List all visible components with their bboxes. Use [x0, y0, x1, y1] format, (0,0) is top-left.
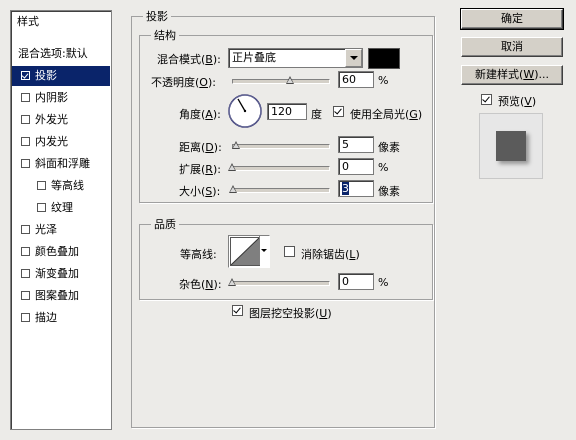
style-list-checkbox[interactable] [21, 247, 30, 256]
blend-mode-dropdown-arrow[interactable] [345, 49, 362, 67]
shadow-color-swatch[interactable] [368, 48, 400, 69]
style-preview-thumbnail [479, 113, 543, 179]
quality-title: 品质 [151, 216, 179, 232]
style-list-checkbox[interactable] [21, 291, 30, 300]
angle-unit: 度 [311, 108, 322, 121]
knockout-checkbox[interactable] [232, 305, 243, 316]
anti-alias-label: 消除锯齿(L) [301, 248, 360, 261]
angle-dial[interactable] [227, 93, 263, 129]
distance-unit: 像素 [378, 141, 400, 154]
style-list-item[interactable]: 纹理 [12, 198, 110, 218]
style-list-item[interactable]: 内阴影 [12, 88, 110, 108]
style-list-checkbox[interactable] [21, 225, 30, 234]
cancel-button[interactable]: 取消 [461, 37, 563, 57]
spread-slider-thumb[interactable] [228, 163, 236, 171]
style-list-checkbox[interactable] [21, 93, 30, 102]
size-slider-track[interactable] [232, 188, 330, 193]
chevron-down-icon [350, 56, 358, 60]
drop-shadow-title: 投影 [143, 8, 171, 24]
style-list-checkbox[interactable] [21, 269, 30, 278]
style-list-label: 斜面和浮雕 [35, 157, 90, 170]
noise-field[interactable]: 0 [338, 273, 374, 290]
blend-mode-select[interactable]: 正片叠底 [228, 48, 363, 68]
noise-slider-track[interactable] [232, 281, 330, 286]
contour-label: 等高线: [180, 248, 217, 261]
size-label: 大小(S): [179, 185, 221, 198]
distance-slider-track[interactable] [232, 144, 330, 149]
spread-unit: % [378, 161, 389, 174]
preview-checkbox[interactable] [481, 94, 492, 105]
style-list-label: 外发光 [35, 113, 68, 126]
style-list-checkbox[interactable] [21, 137, 30, 146]
anti-alias-checkbox[interactable] [284, 246, 295, 257]
style-list-label: 纹理 [51, 201, 73, 214]
size-field-value: 3 [342, 182, 349, 195]
style-list-checkbox[interactable] [21, 159, 30, 168]
ok-button[interactable]: 确定 [460, 8, 564, 30]
chevron-down-icon [261, 249, 267, 252]
opacity-unit: % [378, 74, 389, 87]
distance-slider-thumb[interactable] [232, 141, 240, 149]
style-list-label: 颜色叠加 [35, 245, 79, 258]
opacity-slider-track[interactable] [232, 79, 330, 84]
contour-dropdown-arrow[interactable] [259, 236, 269, 265]
style-list-item[interactable]: 投影 [12, 66, 110, 86]
global-light-checkbox[interactable] [333, 106, 344, 117]
preview-label: 预览(V) [498, 95, 537, 108]
style-list-item[interactable]: 等高线 [12, 176, 110, 196]
style-list-item[interactable]: 内发光 [12, 132, 110, 152]
size-slider-thumb[interactable] [229, 185, 237, 193]
style-list-item[interactable]: 描边 [12, 308, 110, 328]
opacity-slider-thumb[interactable] [285, 76, 294, 84]
contour-preview [230, 237, 260, 266]
spread-field[interactable]: 0 [338, 158, 374, 175]
blend-mode-value: 正片叠底 [232, 51, 276, 64]
style-list-checkbox[interactable] [21, 313, 30, 322]
style-list-item[interactable]: 渐变叠加 [12, 264, 110, 284]
style-list-label: 光泽 [35, 223, 57, 236]
style-list-label: 内阴影 [35, 91, 68, 104]
contour-picker[interactable] [228, 235, 270, 268]
style-list-label: 混合选项:默认 [18, 47, 88, 60]
style-list-label: 描边 [35, 311, 57, 324]
style-list-checkbox[interactable] [37, 181, 46, 190]
distance-label: 距离(D): [179, 141, 222, 154]
style-list-label: 图案叠加 [35, 289, 79, 302]
style-list-item[interactable]: 外发光 [12, 110, 110, 130]
style-list-label: 渐变叠加 [35, 267, 79, 280]
style-list-item[interactable]: 斜面和浮雕 [12, 154, 110, 174]
angle-label: 角度(A): [179, 108, 221, 121]
noise-label: 杂色(N): [179, 278, 222, 291]
style-list-label: 内发光 [35, 135, 68, 148]
global-light-label: 使用全局光(G) [350, 108, 423, 121]
preview-square [496, 131, 526, 161]
style-list-checkbox[interactable] [21, 71, 30, 80]
size-field[interactable]: 3 [338, 180, 374, 197]
angle-field[interactable]: 120 [267, 103, 307, 120]
blend-mode-label: 混合模式(B): [157, 53, 221, 66]
new-style-button[interactable]: 新建样式(W)... [461, 65, 563, 85]
style-list-label: 投影 [35, 69, 57, 82]
style-list-item[interactable]: 混合选项:默认 [12, 44, 110, 64]
size-unit: 像素 [378, 185, 400, 198]
style-list-label: 等高线 [51, 179, 84, 192]
style-list-checkbox[interactable] [37, 203, 46, 212]
style-list-item[interactable]: 图案叠加 [12, 286, 110, 306]
knockout-label: 图层挖空投影(U) [249, 307, 332, 320]
style-list-header: 样式 [17, 15, 39, 28]
spread-slider-track[interactable] [232, 166, 330, 171]
noise-unit: % [378, 276, 389, 289]
style-list: 样式 混合选项:默认投影内阴影外发光内发光斜面和浮雕等高线纹理光泽颜色叠加渐变叠… [10, 10, 112, 430]
spread-label: 扩展(R): [179, 163, 221, 176]
style-list-checkbox[interactable] [21, 115, 30, 124]
noise-slider-thumb[interactable] [228, 278, 236, 286]
structure-title: 结构 [151, 27, 179, 43]
style-list-item[interactable]: 颜色叠加 [12, 242, 110, 262]
distance-field[interactable]: 5 [338, 136, 374, 153]
style-list-item[interactable]: 光泽 [12, 220, 110, 240]
opacity-label: 不透明度(O): [151, 76, 216, 89]
opacity-field[interactable]: 60 [338, 71, 374, 88]
